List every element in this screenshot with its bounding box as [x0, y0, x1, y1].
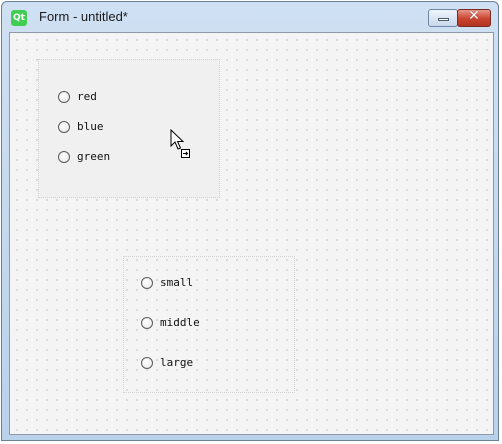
form-canvas[interactable]: red blue green small middle large — [9, 32, 494, 435]
color-group-box[interactable]: red blue green — [38, 59, 220, 198]
radio-circle[interactable] — [141, 277, 153, 289]
radio-label: middle — [160, 316, 200, 329]
radio-circle[interactable] — [141, 357, 153, 369]
radio-circle[interactable] — [141, 317, 153, 329]
minimize-icon — [438, 18, 449, 21]
mouse-pointer-icon — [170, 129, 184, 150]
radio-circle[interactable] — [58, 151, 70, 163]
title-bar[interactable]: Qt Form - untitled* ✕ — [2, 2, 498, 32]
radio-label: red — [77, 90, 97, 103]
radio-label: blue — [77, 120, 104, 133]
radio-label: small — [160, 276, 194, 289]
window-title: Form - untitled* — [39, 9, 128, 24]
qt-designer-icon: Qt — [11, 10, 27, 26]
designer-form-window: Qt Form - untitled* ✕ red blue green sma… — [1, 1, 499, 441]
close-icon: ✕ — [468, 8, 480, 24]
minimize-button[interactable] — [428, 9, 458, 27]
radio-circle[interactable] — [58, 91, 70, 103]
drag-move-icon — [181, 149, 190, 158]
radio-label: green — [77, 150, 111, 163]
radio-circle[interactable] — [58, 121, 70, 133]
close-button[interactable]: ✕ — [457, 8, 491, 27]
radio-label: large — [160, 356, 194, 369]
size-group-box[interactable]: small middle large — [123, 256, 295, 393]
